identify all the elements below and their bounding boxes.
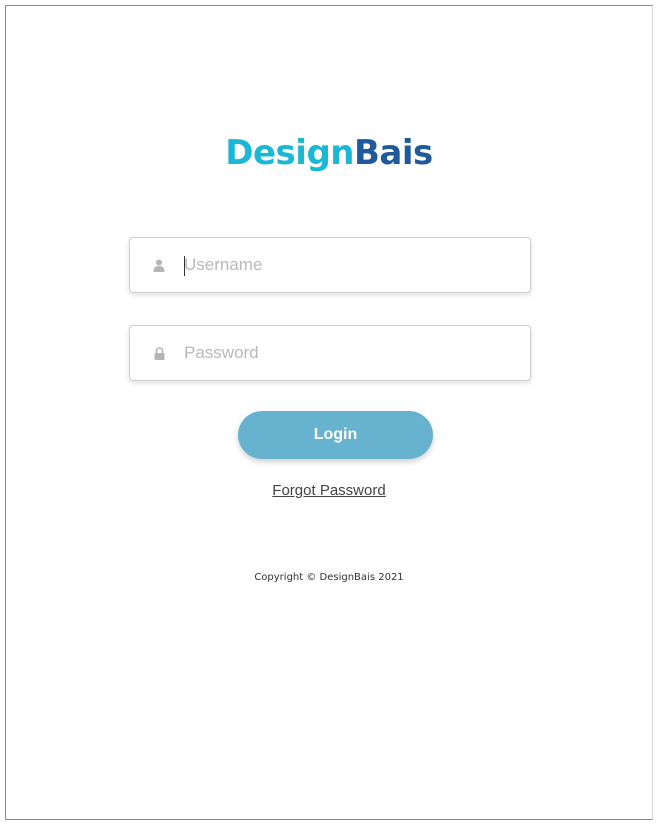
lock-icon <box>152 345 166 361</box>
brand-logo: DesignBais <box>6 131 652 175</box>
login-button[interactable]: Login <box>238 411 433 459</box>
brand-logo-part1: Design <box>225 133 354 173</box>
login-page: DesignBais Login Forgot Password Copyrig… <box>5 5 653 820</box>
user-icon <box>152 257 166 273</box>
password-input[interactable] <box>184 338 484 368</box>
forgot-password-link[interactable]: Forgot Password <box>6 482 652 499</box>
password-field[interactable] <box>129 325 531 381</box>
text-cursor <box>184 256 185 276</box>
brand-logo-part2: Bais <box>353 133 433 173</box>
username-input[interactable] <box>184 250 484 280</box>
username-field[interactable] <box>129 237 531 293</box>
copyright-text: Copyright © DesignBais 2021 <box>254 572 404 583</box>
